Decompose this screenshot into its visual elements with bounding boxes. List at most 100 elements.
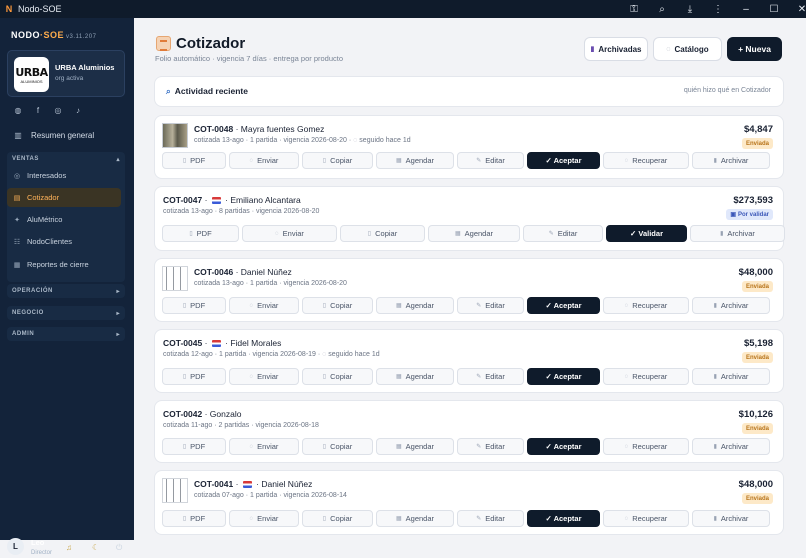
quote-title[interactable]: COT-0045 · · Fidel Morales (163, 338, 281, 348)
recover-button[interactable]: ◌ Recuperar (603, 152, 689, 169)
power-icon[interactable]: ⏻ (116, 543, 122, 553)
edit-button[interactable]: ✎ Editar (457, 438, 524, 455)
edit-button[interactable]: ✎ Editar (457, 152, 524, 169)
section-admin[interactable]: ADMIN ▸ (7, 327, 125, 341)
recover-button[interactable]: ◌ Recuperar (603, 510, 689, 527)
quote-card[interactable]: COT-0046 · Daniel Núñez cotizada 13-ago ·… (155, 259, 783, 321)
edit-button[interactable]: ✎ Editar (457, 297, 524, 314)
quote-actions: ▯ PDF ◌ Enviar ▯ Copiar ▦ Agendar ✎ Editar ✓ Acept… (162, 152, 770, 169)
tiktok-icon[interactable]: ♪ (72, 104, 84, 116)
sidebar-item-alumetrico[interactable]: ✦ AluMétrico (7, 210, 121, 229)
send-button[interactable]: ◌ Enviar (229, 368, 299, 385)
copy-button[interactable]: ▯ Copiar (302, 438, 373, 455)
more-vertical-icon[interactable]: ⋮ (704, 0, 732, 18)
schedule-button[interactable]: ▦ Agendar (376, 438, 454, 455)
quote-amount: $10,126 (738, 409, 773, 420)
version-label: v3.11.207 (66, 34, 97, 40)
pdf-button[interactable]: ▯ PDF (162, 297, 226, 314)
quote-meta: cotizada 13-ago · 1 partida · vigencia 2… (194, 280, 347, 287)
accept-button[interactable]: ✓ Aceptar (527, 438, 600, 455)
accept-button[interactable]: ✓ Aceptar (527, 368, 600, 385)
schedule-button[interactable]: ▦ Agendar (376, 152, 454, 169)
pdf-button[interactable]: ▯ PDF (162, 368, 226, 385)
archive-button[interactable]: ▮ Archivar (692, 297, 770, 314)
section-ventas-header[interactable]: VENTAS ▴ (7, 152, 125, 166)
org-card[interactable]: URBA ALUMINIOS URBA Aluminios org activa (7, 50, 125, 97)
quote-title[interactable]: COT-0041 · · Daniel Núñez (194, 479, 312, 489)
schedule-button[interactable]: ▦ Agendar (376, 297, 454, 314)
copy-button[interactable]: ▯ Copiar (302, 297, 373, 314)
recover-button[interactable]: ◌ Recuperar (603, 297, 689, 314)
maximize-icon[interactable]: ☐ (760, 0, 788, 18)
download-icon[interactable]: ⤓ (676, 0, 704, 18)
send-button[interactable]: ◌ Enviar (229, 510, 299, 527)
copy-button[interactable]: ▯ Copiar (302, 368, 373, 385)
send-button[interactable]: ◌ Enviar (242, 225, 337, 242)
moon-icon[interactable]: ☾ (92, 543, 99, 552)
send-button[interactable]: ◌ Enviar (229, 152, 299, 169)
archive-button[interactable]: ▮ Archivar (690, 225, 785, 242)
activity-panel[interactable]: ⌕ Actividad reciente quién hizo qué en Co… (155, 77, 783, 106)
zoom-icon[interactable]: ⌕ (648, 0, 676, 18)
validate-button[interactable]: ✓ Validar (606, 225, 687, 242)
archive-icon: ▮ (713, 444, 717, 450)
instagram-icon[interactable]: ◎ (52, 104, 64, 116)
edit-button[interactable]: ✎ Editar (457, 368, 524, 385)
quote-card[interactable]: COT-0047 · · Emiliano Alcantara cotizada … (155, 187, 785, 250)
quote-title[interactable]: COT-0042 · Gonzalo (163, 409, 241, 419)
catalog-button[interactable]: ◌ Catálogo (653, 37, 722, 61)
recover-button[interactable]: ◌ Recuperar (603, 438, 689, 455)
schedule-button[interactable]: ▦ Agendar (376, 510, 454, 527)
edit-icon: ✎ (548, 231, 554, 237)
org-logo: URBA ALUMINIOS (14, 57, 49, 92)
quote-title[interactable]: COT-0047 · · Emiliano Alcantara (163, 195, 301, 205)
archived-button[interactable]: ▮ Archivadas (584, 37, 648, 61)
doc-icon: ▯ (182, 516, 187, 522)
accept-button[interactable]: ✓ Aceptar (527, 297, 600, 314)
quote-card[interactable]: COT-0041 · · Daniel Núñez cotizada 07-ago… (155, 471, 783, 534)
archive-button[interactable]: ▮ Archivar (692, 510, 770, 527)
send-button[interactable]: ◌ Enviar (229, 297, 299, 314)
close-icon[interactable]: ✕ (788, 0, 806, 18)
pdf-button[interactable]: ▯ PDF (162, 510, 226, 527)
copy-button[interactable]: ▯ Copiar (302, 510, 373, 527)
sidebar-item-cotizador[interactable]: ▤ Cotizador (7, 188, 121, 207)
quote-title[interactable]: COT-0046 · Daniel Núñez (194, 267, 292, 277)
sidebar-item-reportes[interactable]: ▦ Reportes de cierre (7, 255, 121, 274)
bell-icon[interactable]: ♫ (66, 543, 72, 552)
quote-card[interactable]: COT-0048 · Mayra fuentes Gomez cotizada 1… (155, 116, 783, 178)
new-quote-button[interactable]: + Nueva (727, 37, 782, 61)
quote-card[interactable]: COT-0045 · · Fidel Morales cotizada 12-ag… (155, 330, 783, 392)
key-icon[interactable]: ⚿ (620, 0, 648, 18)
nav-summary[interactable]: ▥ Resumen general (13, 130, 94, 140)
archive-button[interactable]: ▮ Archivar (692, 438, 770, 455)
avatar[interactable]: L (7, 538, 24, 555)
section-negocio[interactable]: NEGOCIO ▸ (7, 306, 125, 320)
send-button[interactable]: ◌ Enviar (229, 438, 299, 455)
minimize-icon[interactable]: – (732, 0, 760, 18)
edit-button[interactable]: ✎ Editar (457, 510, 524, 527)
globe-icon[interactable]: ◍ (12, 104, 24, 116)
pdf-button[interactable]: ▯ PDF (162, 438, 226, 455)
copy-button[interactable]: ▯ Copiar (302, 152, 373, 169)
accept-button[interactable]: ✓ Aceptar (527, 152, 600, 169)
schedule-button[interactable]: ▦ Agendar (376, 368, 454, 385)
archive-icon: ▮ (713, 158, 717, 164)
edit-button[interactable]: ✎ Editar (523, 225, 603, 242)
sidebar-item-nodoclientes[interactable]: ☷ NodoClientes (7, 232, 121, 251)
quote-title[interactable]: COT-0048 · Mayra fuentes Gomez (194, 124, 324, 134)
archive-button[interactable]: ▮ Archivar (692, 152, 770, 169)
copy-button[interactable]: ▯ Copiar (340, 225, 425, 242)
pdf-button[interactable]: ▯ PDF (162, 225, 239, 242)
sidebar-item-interesados[interactable]: ◎ Interesados (7, 166, 121, 185)
quote-thumbnail (162, 123, 188, 148)
pdf-button[interactable]: ▯ PDF (162, 152, 226, 169)
facebook-icon[interactable]: f (32, 104, 44, 116)
schedule-button[interactable]: ▦ Agendar (428, 225, 520, 242)
archive-button[interactable]: ▮ Archivar (692, 368, 770, 385)
section-operacion[interactable]: OPERACIÓN ▸ (7, 284, 125, 298)
accept-button[interactable]: ✓ Aceptar (527, 510, 600, 527)
copy-icon: ▯ (322, 444, 327, 450)
quote-card[interactable]: COT-0042 · Gonzalo cotizada 11-ago · 2 pa… (155, 401, 783, 462)
recover-button[interactable]: ◌ Recuperar (603, 368, 689, 385)
